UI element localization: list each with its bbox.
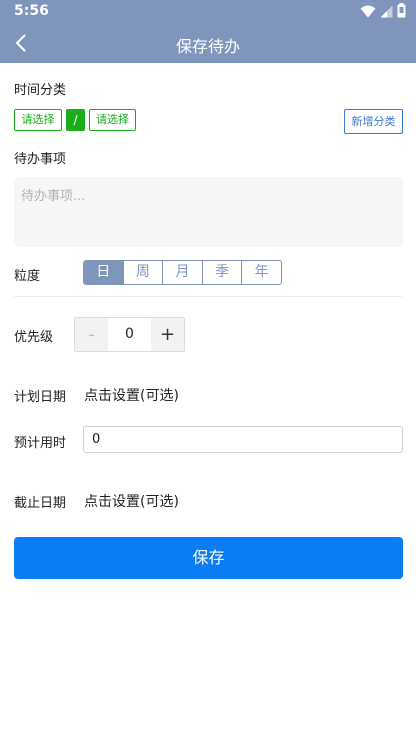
granularity-month[interactable]: 月 [163, 261, 203, 284]
priority-decrement-button[interactable]: - [75, 318, 108, 351]
granularity-year[interactable]: 年 [242, 261, 281, 284]
priority-stepper: - 0 + [74, 317, 185, 352]
planned-date-picker[interactable]: 点击设置(可选) [84, 385, 179, 405]
save-button[interactable]: 保存 [14, 537, 403, 579]
new-category-button[interactable]: 新增分类 [344, 109, 403, 134]
status-icons [360, 2, 406, 22]
granularity-quarter[interactable]: 季 [203, 261, 243, 284]
deadline-picker[interactable]: 点击设置(可选) [84, 491, 179, 511]
priority-value[interactable]: 0 [108, 318, 151, 351]
status-bar: 5:56 [0, 0, 416, 24]
granularity-label: 粒度 [14, 269, 41, 284]
estimated-time-label: 预计用时 [14, 436, 67, 451]
wifi-icon [360, 3, 376, 22]
category-select-1[interactable]: 请选择 [14, 109, 62, 131]
todo-textarea[interactable] [14, 177, 403, 247]
deadline-label: 截止日期 [14, 496, 67, 511]
status-time: 5:56 [14, 3, 49, 19]
granularity-day[interactable]: 日 [84, 261, 124, 284]
battery-icon [397, 2, 406, 22]
planned-date-label: 计划日期 [14, 390, 67, 405]
priority-label: 优先级 [14, 330, 54, 345]
category-label: 时间分类 [14, 83, 67, 98]
category-select-2[interactable]: 请选择 [89, 109, 136, 131]
signal-icon [380, 3, 393, 22]
todo-label: 待办事项 [14, 152, 67, 167]
navbar: 保存待办 [0, 24, 416, 63]
page-title: 保存待办 [175, 37, 240, 56]
granularity-week[interactable]: 周 [124, 261, 164, 284]
granularity-segmented-control: 日 周 月 季 年 [83, 260, 282, 285]
priority-increment-button[interactable]: + [151, 318, 184, 351]
category-separator: / [66, 109, 85, 131]
divider [14, 296, 402, 297]
estimated-time-input[interactable] [83, 426, 403, 453]
